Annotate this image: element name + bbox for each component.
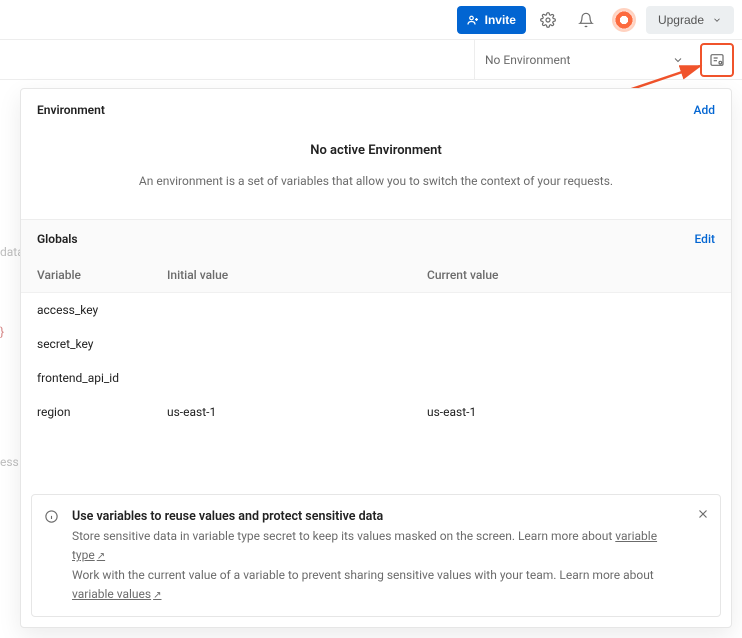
- top-toolbar: Invite Upgrade: [0, 0, 742, 40]
- variables-tip: Use variables to reuse values and protec…: [31, 494, 721, 617]
- external-link-icon: ↗: [97, 551, 105, 562]
- info-icon: [44, 509, 59, 524]
- cell-current: us-east-1: [427, 405, 715, 419]
- environment-quicklook-button[interactable]: [700, 43, 734, 77]
- table-row: access_key: [21, 293, 731, 327]
- cell-initial: [167, 303, 427, 317]
- cell-initial: [167, 337, 427, 351]
- chevron-down-icon: [672, 54, 684, 66]
- environment-title: Environment: [37, 103, 105, 117]
- cell-current: [427, 371, 715, 385]
- environment-panel: Environment Add No active Environment An…: [20, 88, 732, 628]
- invite-button[interactable]: Invite: [457, 6, 526, 34]
- external-link-icon: ↗: [153, 590, 161, 601]
- upgrade-button[interactable]: Upgrade: [646, 6, 734, 34]
- no-environment-title: No active Environment: [81, 141, 671, 162]
- cell-initial: us-east-1: [167, 405, 427, 419]
- cell-variable: region: [37, 405, 167, 419]
- no-environment-message: No active Environment An environment is …: [21, 131, 731, 220]
- chevron-down-icon: [712, 15, 722, 25]
- environment-selector[interactable]: No Environment: [474, 40, 694, 80]
- globals-section: Globals Edit Variable Initial value Curr…: [21, 220, 731, 429]
- gear-icon: [540, 12, 556, 28]
- tip-title: Use variables to reuse values and protec…: [72, 509, 383, 524]
- globals-column-header: Variable Initial value Current value: [21, 258, 731, 293]
- add-environment-button[interactable]: Add: [694, 103, 715, 117]
- upgrade-label: Upgrade: [658, 13, 704, 27]
- profile-button[interactable]: [608, 4, 640, 36]
- edit-globals-button[interactable]: Edit: [695, 232, 715, 246]
- notifications-button[interactable]: [570, 4, 602, 36]
- avatar: [612, 8, 636, 32]
- spacer: [21, 429, 731, 484]
- table-row: secret_key: [21, 327, 731, 361]
- globals-section-header: Globals Edit: [21, 220, 731, 258]
- globals-title: Globals: [37, 232, 78, 246]
- table-row: region us-east-1 us-east-1: [21, 395, 731, 429]
- environment-bar: No Environment: [0, 40, 742, 80]
- col-initial: Initial value: [167, 268, 427, 282]
- close-tip-button[interactable]: [696, 507, 710, 521]
- cell-initial: [167, 371, 427, 385]
- environment-selector-label: No Environment: [485, 53, 570, 67]
- settings-button[interactable]: [532, 4, 564, 36]
- no-environment-body: An environment is a set of variables tha…: [139, 174, 613, 188]
- table-row: frontend_api_id: [21, 361, 731, 395]
- bell-icon: [578, 12, 594, 28]
- invite-label: Invite: [485, 13, 516, 27]
- tip-text: Work with the current value of a variabl…: [72, 568, 654, 582]
- environment-quicklook-icon: [709, 52, 725, 68]
- cell-current: [427, 337, 715, 351]
- bg-text: ess: [0, 455, 19, 469]
- cell-variable: frontend_api_id: [37, 371, 167, 385]
- cell-current: [427, 303, 715, 317]
- tip-text: Store sensitive data in variable type se…: [72, 529, 615, 543]
- cell-variable: access_key: [37, 303, 167, 317]
- cell-variable: secret_key: [37, 337, 167, 351]
- environment-section-header: Environment Add: [21, 89, 731, 131]
- variable-values-link[interactable]: variable values↗: [72, 587, 162, 601]
- bg-text: }: [0, 325, 4, 339]
- invite-person-icon: [467, 14, 479, 26]
- col-current: Current value: [427, 268, 715, 282]
- col-variable: Variable: [37, 268, 167, 282]
